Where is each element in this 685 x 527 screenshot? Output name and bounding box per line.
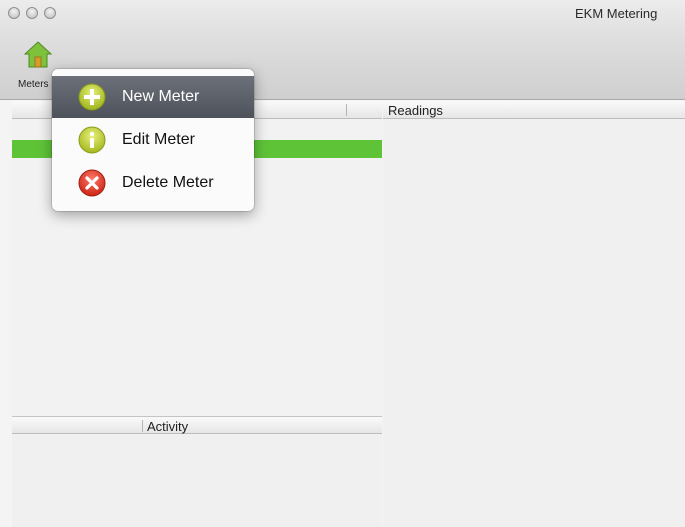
readings-pane: Readings [383, 101, 685, 527]
column-divider[interactable] [142, 420, 143, 432]
activity-label: Activity [147, 419, 189, 434]
delete-meter-label: Delete Meter [122, 174, 214, 191]
new-meter-menu-item[interactable]: New Meter [52, 76, 254, 118]
meters-toolbar-label: Meters [18, 79, 49, 90]
close-window-button[interactable] [8, 7, 20, 19]
column-divider[interactable] [346, 104, 347, 116]
activity-header: Activity [12, 416, 382, 434]
info-icon [78, 126, 106, 154]
edit-meter-menu-item[interactable]: Edit Meter [52, 119, 254, 161]
meters-toolbar-button[interactable]: Meters [14, 36, 54, 92]
meters-dropdown-menu: New Meter Edit Meter Delete Meter [52, 69, 254, 211]
readings-header: Readings [383, 101, 685, 119]
window-title: EKM Metering [575, 6, 658, 21]
home-icon [24, 41, 52, 68]
new-meter-label: New Meter [122, 88, 200, 105]
delete-meter-menu-item[interactable]: Delete Meter [52, 162, 254, 204]
activity-list[interactable] [12, 434, 382, 527]
zoom-window-button[interactable] [44, 7, 56, 19]
delete-icon [78, 169, 106, 197]
minimize-window-button[interactable] [26, 7, 38, 19]
edit-meter-label: Edit Meter [122, 131, 195, 148]
plus-icon [78, 83, 106, 111]
readings-label: Readings [388, 103, 443, 118]
app-window: EKM Metering Meters Activity Readings Ne… [0, 0, 685, 527]
